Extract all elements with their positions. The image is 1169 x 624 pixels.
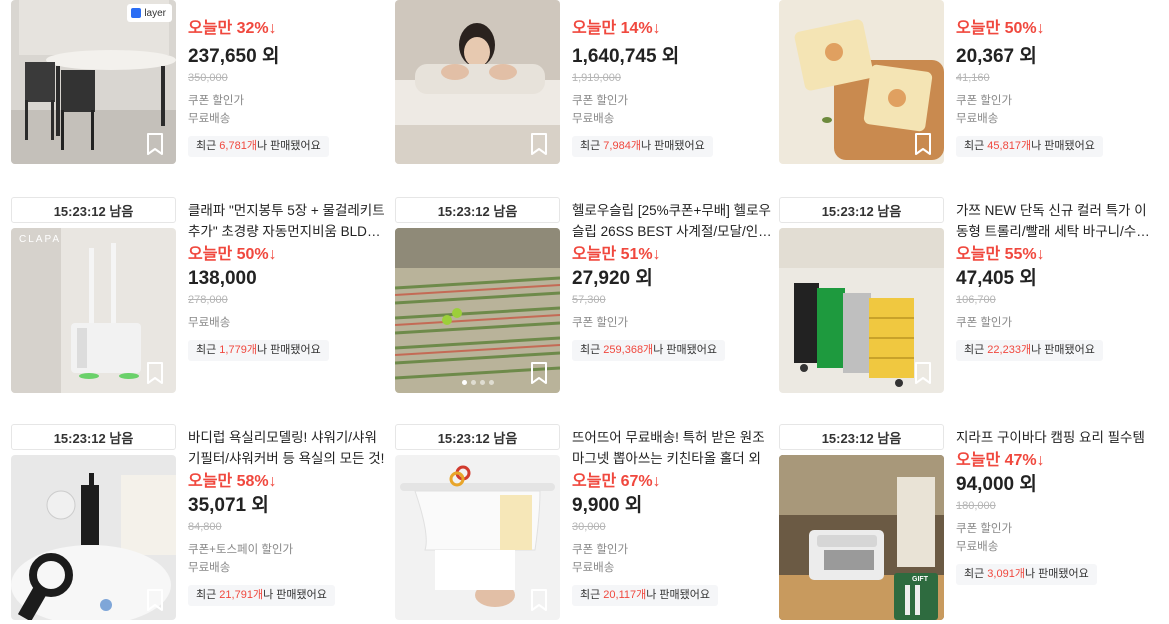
original-price: 180,000 <box>956 500 996 512</box>
benefit-text: 무료배송 <box>188 562 231 574</box>
original-price: 106,700 <box>956 294 996 306</box>
benefit-text: 무료배송 <box>956 541 999 553</box>
sale-price: 94,000 외 <box>956 474 1037 495</box>
sale-price: 237,650 외 <box>188 46 280 67</box>
sale-price: 47,405 외 <box>956 268 1037 289</box>
sold-count-badge: 최근 7,984개나 판매됐어요 <box>572 136 713 157</box>
product-card[interactable]: 15:23:12 남음 헬로우슬립 [25%쿠폰+무배] 헬로우슬립 26SS … <box>395 197 779 397</box>
sale-price: 9,900 외 <box>572 495 643 516</box>
product-image[interactable]: CLAPA <box>11 228 176 393</box>
product-title[interactable]: 바디럽 욕실리모델링! 샤워기/샤워기필터/샤워커버 등 욕실의 모든 것! <box>188 427 388 469</box>
discount-label: 오늘만 47%↓ <box>956 452 1045 469</box>
sold-count-badge: 최근 21,791개나 판매됐어요 <box>188 585 335 606</box>
benefit-text: 쿠폰 할인가 <box>572 317 629 329</box>
benefit-text: 무료배송 <box>188 317 231 329</box>
discount-label: 오늘만 55%↓ <box>956 246 1045 263</box>
product-title[interactable]: 뜨어뜨어 무료배송! 특허 받은 원조 마그넷 뽑아쓰는 키친타올 홀더 외 <box>572 427 772 469</box>
original-price: 350,000 <box>188 72 228 84</box>
deal-timer: 15:23:12 남음 <box>395 424 560 450</box>
product-card[interactable]: layer 오늘만 32%↓ 237,650 외 350,000 쿠폰 할인가 … <box>11 0 395 200</box>
product-card[interactable]: 15:23:12 남음 CLAPA 클래파 "먼지봉투 5장 + 물걸레키트 추… <box>11 197 395 397</box>
benefit-text: 무료배송 <box>572 113 615 125</box>
deal-timer: 15:23:12 남음 <box>11 424 176 450</box>
brand-badge: layer <box>127 4 172 22</box>
product-title[interactable]: 가쯔 NEW 단독 신규 컬러 특가 이동형 트롤리/빨래 세탁 바구니/수납장 <box>956 200 1156 242</box>
discount-label: 오늘만 50%↓ <box>188 246 277 263</box>
sold-count-badge: 최근 20,117개나 판매됐어요 <box>572 585 719 606</box>
benefit-text: 쿠폰 할인가 <box>572 544 629 556</box>
brand-watermark: CLAPA <box>19 234 62 245</box>
benefit-text: 쿠폰+토스페이 할인가 <box>188 544 294 556</box>
sale-price: 1,640,745 외 <box>572 46 680 67</box>
sold-count-badge: 최근 259,368개나 판매됐어요 <box>572 340 725 361</box>
product-image[interactable]: GIFT <box>779 455 944 620</box>
product-image[interactable]: layer <box>11 0 176 164</box>
discount-label: 오늘만 14%↓ <box>572 20 661 37</box>
original-price: 57,300 <box>572 294 606 306</box>
product-card[interactable]: 15:23:12 남음 바디럽 욕실리모델링! 샤워기/샤워기필터/샤워커버 등… <box>11 424 395 624</box>
bookmark-icon[interactable] <box>144 132 166 156</box>
benefit-text: 쿠폰 할인가 <box>572 95 629 107</box>
bookmark-icon[interactable] <box>528 361 550 385</box>
benefit-text: 쿠폰 할인가 <box>956 317 1013 329</box>
sold-count-badge: 최근 1,779개나 판매됐어요 <box>188 340 329 361</box>
deal-timer: 15:23:12 남음 <box>395 197 560 223</box>
benefit-text: 무료배송 <box>572 562 615 574</box>
gift-label: GIFT <box>912 576 928 583</box>
bookmark-icon[interactable] <box>144 361 166 385</box>
discount-label: 오늘만 51%↓ <box>572 246 661 263</box>
benefit-text: 쿠폰 할인가 <box>956 95 1013 107</box>
product-image[interactable] <box>779 228 944 393</box>
product-image[interactable] <box>779 0 944 164</box>
bookmark-icon[interactable] <box>912 132 934 156</box>
product-card[interactable]: 15:23:12 남음 가쯔 NEW 단독 신규 컬러 특가 이동형 트롤리/빨… <box>779 197 1163 397</box>
product-card[interactable]: 15:23:12 남음 GIFT 지라프 구이바다 캠핑 요리 필수템 오늘만 … <box>779 424 1163 624</box>
product-card[interactable]: 15:23:12 남음 뜨어뜨어 무료배송! 특허 받은 원조 마그넷 뽑아쓰는… <box>395 424 779 624</box>
product-image[interactable] <box>395 455 560 620</box>
original-price: 1,919,000 <box>572 72 621 84</box>
product-card[interactable]: 오늘만 14%↓ 1,640,745 외 1,919,000 쿠폰 할인가 무료… <box>395 0 779 200</box>
benefit-text: 무료배송 <box>188 113 231 125</box>
discount-label: 오늘만 58%↓ <box>188 473 277 490</box>
sale-price: 27,920 외 <box>572 268 653 289</box>
deal-grid: layer 오늘만 32%↓ 237,650 외 350,000 쿠폰 할인가 … <box>0 0 1169 622</box>
bookmark-icon[interactable] <box>912 361 934 385</box>
discount-label: 오늘만 67%↓ <box>572 473 661 490</box>
bookmark-icon[interactable] <box>144 588 166 612</box>
product-title[interactable]: 지라프 구이바다 캠핑 요리 필수템 <box>956 427 1156 448</box>
product-image[interactable] <box>11 455 176 620</box>
benefit-text: 쿠폰 할인가 <box>956 523 1013 535</box>
original-price: 41,160 <box>956 72 990 84</box>
benefit-text: 무료배송 <box>956 113 999 125</box>
sold-count-badge: 최근 22,233개나 판매됐어요 <box>956 340 1103 361</box>
sold-count-badge: 최근 45,817개나 판매됐어요 <box>956 136 1103 157</box>
deal-timer: 15:23:12 남음 <box>11 197 176 223</box>
original-price: 30,000 <box>572 521 606 533</box>
discount-label: 오늘만 32%↓ <box>188 20 277 37</box>
product-title[interactable]: 클래파 "먼지봉투 5장 + 물걸레키트 추가" 초경량 자동먼지비움 BLDC… <box>188 200 388 242</box>
deal-timer: 15:23:12 남음 <box>779 197 944 223</box>
benefit-text: 쿠폰 할인가 <box>188 95 245 107</box>
bookmark-icon[interactable] <box>528 132 550 156</box>
product-title[interactable]: 헬로우슬립 [25%쿠폰+무배] 헬로우슬립 26SS BEST 사계절/모달/… <box>572 200 772 242</box>
original-price: 278,000 <box>188 294 228 306</box>
layer-logo-icon <box>131 8 142 18</box>
sale-price: 20,367 외 <box>956 46 1037 67</box>
bookmark-icon[interactable] <box>528 588 550 612</box>
discount-label: 오늘만 50%↓ <box>956 20 1045 37</box>
sold-count-badge: 최근 3,091개나 판매됐어요 <box>956 564 1097 585</box>
deal-timer: 15:23:12 남음 <box>779 424 944 450</box>
sale-price: 35,071 외 <box>188 495 269 516</box>
product-card[interactable]: 오늘만 50%↓ 20,367 외 41,160 쿠폰 할인가 무료배송 최근 … <box>779 0 1163 200</box>
sold-count-badge: 최근 6,781개나 판매됐어요 <box>188 136 329 157</box>
sale-price: 138,000 <box>188 268 257 289</box>
product-image[interactable] <box>395 228 560 393</box>
original-price: 84,800 <box>188 521 222 533</box>
product-image[interactable] <box>395 0 560 164</box>
